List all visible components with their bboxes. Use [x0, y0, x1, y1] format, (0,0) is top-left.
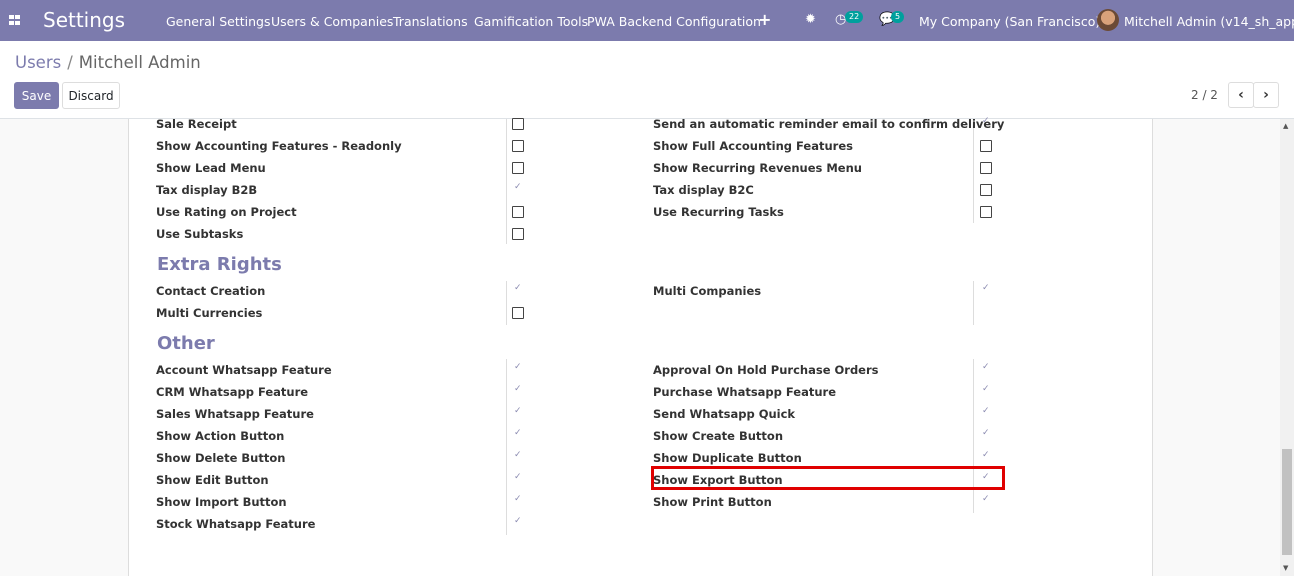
user-menu[interactable]: Mitchell Admin (v14_sh_apps): [1124, 14, 1294, 29]
checkbox[interactable]: [512, 494, 524, 508]
checkbox[interactable]: [512, 283, 524, 297]
field-label: Sale Receipt: [156, 117, 237, 131]
checkbox[interactable]: [980, 283, 992, 297]
field-label: Use Recurring Tasks: [653, 205, 784, 219]
checkbox[interactable]: [512, 450, 524, 464]
checkbox[interactable]: [980, 162, 992, 174]
field-label: Contact Creation: [156, 284, 266, 298]
checkbox[interactable]: [512, 140, 524, 152]
plus-icon[interactable]: +: [758, 10, 771, 29]
divider: [973, 119, 974, 223]
chevron-left-icon[interactable]: ‹: [1228, 82, 1254, 108]
field-label: Multi Companies: [653, 284, 762, 298]
field-label: Multi Currencies: [156, 306, 263, 320]
save-button[interactable]: Save: [14, 82, 59, 109]
messages-badge: 5: [891, 11, 905, 23]
top-navbar: Settings General Settings Users & Compan…: [0, 0, 1294, 41]
field-label: Use Subtasks: [156, 227, 244, 241]
field-label: Show Print Button: [653, 495, 772, 509]
checkbox[interactable]: [512, 206, 524, 218]
field-label: Show Create Button: [653, 429, 784, 443]
divider: [973, 281, 974, 325]
checkbox[interactable]: [512, 362, 524, 376]
activity-badge: 22: [845, 11, 864, 23]
checkbox[interactable]: [980, 362, 992, 376]
field-label: Show Recurring Revenues Menu: [653, 161, 862, 175]
field-label: CRM Whatsapp Feature: [156, 385, 309, 399]
checkbox[interactable]: [980, 140, 992, 152]
breadcrumb-users[interactable]: Users: [15, 53, 61, 72]
field-label: Sales Whatsapp Feature: [156, 407, 314, 421]
checkbox[interactable]: [512, 307, 524, 319]
field-label: Stock Whatsapp Feature: [156, 517, 316, 531]
field-label: Show Import Button: [156, 495, 287, 509]
checkbox[interactable]: [512, 384, 524, 398]
breadcrumb-current: Mitchell Admin: [78, 53, 201, 72]
scroll-up-icon[interactable]: ▲: [1283, 122, 1288, 130]
menu-general-settings[interactable]: General Settings: [166, 14, 271, 29]
field-label: Show Edit Button: [156, 473, 269, 487]
menu-pwa-backend-configuration[interactable]: PWA Backend Configuration: [587, 14, 761, 29]
checkbox[interactable]: [512, 228, 524, 240]
checkbox[interactable]: [512, 472, 524, 486]
breadcrumb: Users / Mitchell Admin: [15, 53, 201, 72]
field-label: Show Delete Button: [156, 451, 286, 465]
checkbox[interactable]: [512, 428, 524, 442]
divider: [506, 281, 507, 325]
checkbox[interactable]: [512, 162, 524, 174]
discard-button[interactable]: Discard: [62, 82, 120, 109]
app-title[interactable]: Settings: [43, 8, 125, 32]
pager-value: 2 / 2: [1191, 88, 1218, 102]
checkbox[interactable]: [512, 182, 524, 196]
menu-users-companies[interactable]: Users & Companies: [271, 14, 393, 29]
avatar[interactable]: [1097, 9, 1119, 31]
field-label: Show Accounting Features - Readonly: [156, 139, 402, 153]
bug-icon[interactable]: ✹: [805, 12, 816, 27]
checkbox[interactable]: [980, 494, 992, 508]
field-label: Purchase Whatsapp Feature: [653, 385, 837, 399]
section-title-extra-rights: Extra Rights: [157, 254, 282, 275]
control-panel: Users / Mitchell Admin Save Discard 2 / 2 …: [0, 41, 1294, 119]
menu-translations[interactable]: Translations: [393, 14, 468, 29]
field-label: Approval On Hold Purchase Orders: [653, 363, 879, 377]
checkbox[interactable]: [980, 206, 992, 218]
field-label: Show Lead Menu: [156, 161, 266, 175]
checkbox[interactable]: [980, 184, 992, 196]
chevron-right-icon[interactable]: ›: [1253, 82, 1279, 108]
checkbox[interactable]: [980, 450, 992, 464]
field-label: Show Action Button: [156, 429, 285, 443]
checkbox[interactable]: [980, 428, 992, 442]
field-label: Send an automatic reminder email to conf…: [653, 117, 1005, 131]
checkbox[interactable]: [980, 406, 992, 420]
field-label: Use Rating on Project: [156, 205, 297, 219]
divider: [506, 359, 507, 535]
checkbox[interactable]: [512, 406, 524, 420]
field-label: Tax display B2B: [156, 183, 258, 197]
checkbox[interactable]: [512, 516, 524, 530]
field-label: Show Full Accounting Features: [653, 139, 853, 153]
company-switcher[interactable]: My Company (San Francisco): [919, 14, 1100, 29]
checkbox[interactable]: [980, 116, 992, 130]
field-label: Account Whatsapp Feature: [156, 363, 332, 377]
scroll-down-icon[interactable]: ▼: [1283, 564, 1288, 572]
checkbox[interactable]: [512, 118, 524, 130]
field-label: Show Duplicate Button: [653, 451, 802, 465]
field-label: Send Whatsapp Quick: [653, 407, 796, 421]
divider: [506, 119, 507, 244]
scrollbar-thumb[interactable]: [1282, 449, 1292, 555]
field-label: Tax display B2C: [653, 183, 754, 197]
menu-gamification-tools[interactable]: Gamification Tools: [474, 14, 588, 29]
highlight-box: [651, 466, 1005, 490]
breadcrumb-separator: /: [67, 53, 73, 72]
checkbox[interactable]: [980, 384, 992, 398]
section-title-other: Other: [157, 333, 215, 354]
apps-menu-icon[interactable]: [9, 15, 20, 25]
